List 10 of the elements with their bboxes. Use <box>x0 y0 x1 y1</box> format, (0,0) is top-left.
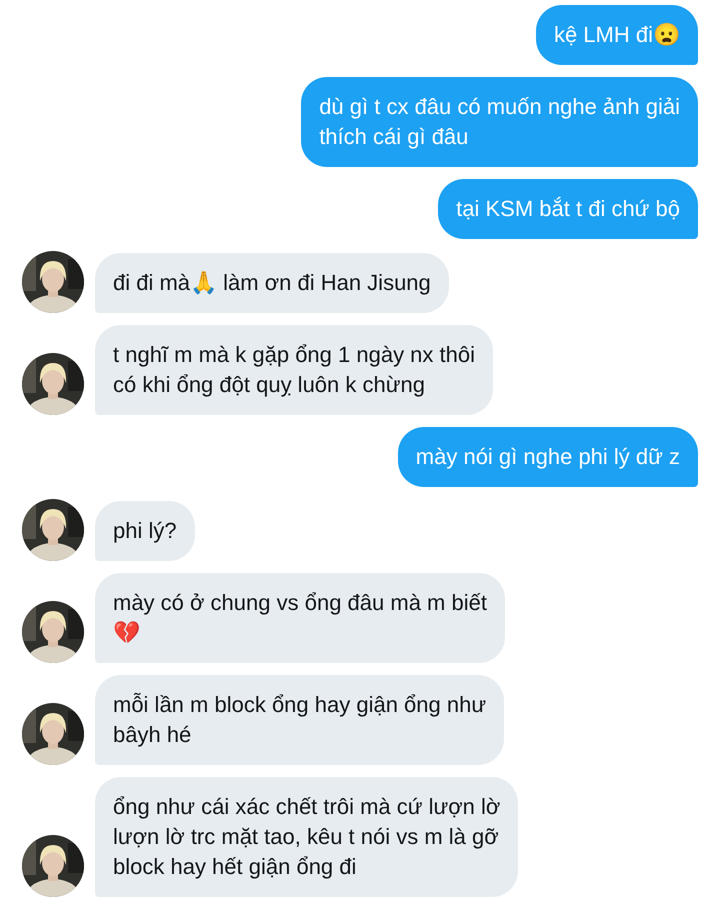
message-bubble: phi lý? <box>95 501 195 561</box>
message-bubble: ổng như cái xác chết trôi mà cứ lượn lờ lượn lờ trc mặt tao, kêu t nói vs m là gỡ block hay hết giận ổng đi <box>95 777 518 897</box>
message-bubble: mày có ở chung vs ổng đâu mà m biết 💔 <box>95 573 505 663</box>
message-bubble: mày nói gì nghe phi lý dữ z <box>398 427 698 487</box>
message-bubble: t nghĩ m mà k gặp ổng 1 ngày nx thôi có khi ổng đột quỵ luôn k chừng <box>95 325 494 415</box>
message-bubble: kệ LMH đi😦 <box>536 5 698 65</box>
message-bubble: dù gì t cx đâu có muốn nghe ảnh giải thích cái gì đâu <box>301 77 698 167</box>
message-bubble: mỗi lần m block ổng hay giận ổng như bâyh hé <box>95 675 504 765</box>
message-bubble: đi đi mà🙏 làm ơn đi Han Jisung <box>95 253 449 313</box>
message-bubble: tại KSM bắt t đi chứ bộ <box>438 179 698 239</box>
